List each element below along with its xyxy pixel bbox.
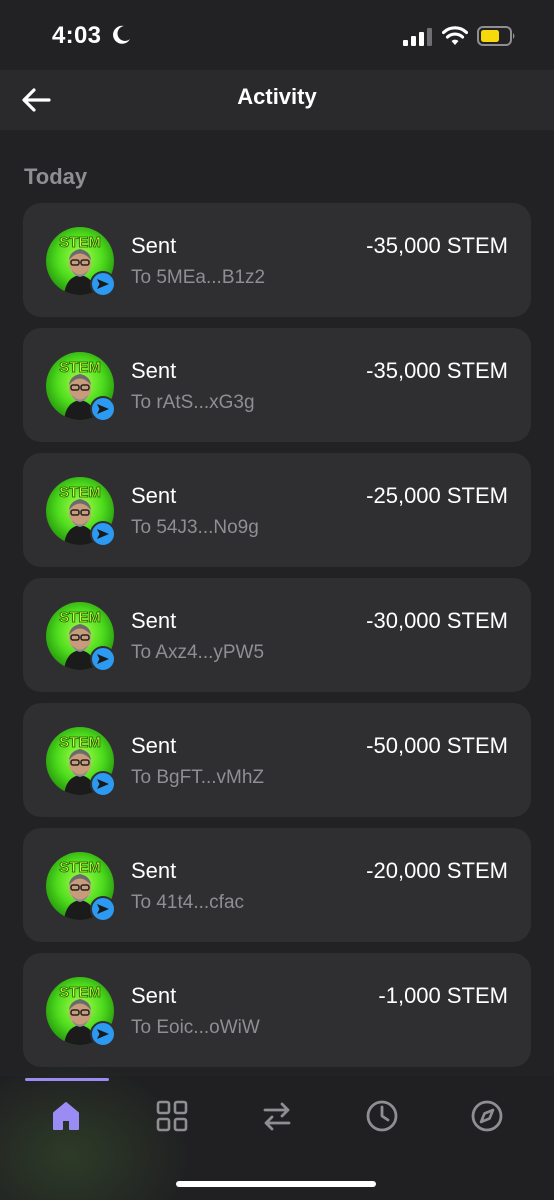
- tab-swap[interactable]: [257, 1096, 297, 1136]
- transaction-type: Sent: [131, 233, 177, 258]
- send-arrow-icon: [97, 529, 109, 539]
- transaction-amount: -25,000 STEM: [366, 483, 508, 508]
- transaction-amount: -20,000 STEM: [366, 858, 508, 883]
- send-arrow-icon: [97, 404, 109, 414]
- status-time: 4:03: [52, 22, 102, 49]
- transaction-type: Sent: [131, 983, 177, 1008]
- send-arrow-icon: [97, 779, 109, 789]
- send-badge: [90, 1021, 116, 1047]
- tab-apps[interactable]: [152, 1096, 192, 1136]
- activity-item[interactable]: STEM Sent To 54J3...No9g -25,000 STEM: [23, 453, 531, 567]
- tab-home[interactable]: [46, 1096, 86, 1136]
- transaction-address: To rAtS...xG3g: [131, 392, 255, 413]
- transaction-amount: -35,000 STEM: [366, 233, 508, 258]
- compass-icon: [471, 1100, 503, 1132]
- token-avatar-label: STEM: [59, 484, 101, 501]
- send-badge: [90, 271, 116, 297]
- home-icon: [53, 1102, 79, 1130]
- transaction-type: Sent: [131, 608, 177, 633]
- token-avatar-label: STEM: [59, 234, 101, 251]
- activity-item[interactable]: STEM Sent To 5MEa...B1z2 -35,000 STEM: [23, 203, 531, 317]
- send-badge: [90, 896, 116, 922]
- status-bar: 4:03: [0, 0, 554, 70]
- tab-explore[interactable]: [467, 1096, 507, 1136]
- token-avatar-label: STEM: [59, 359, 101, 376]
- transaction-amount: -50,000 STEM: [366, 733, 508, 758]
- section-label-today: Today: [24, 164, 88, 189]
- token-avatar-label: STEM: [59, 734, 101, 751]
- active-tab-indicator: [25, 1078, 109, 1081]
- transaction-address: To 54J3...No9g: [131, 517, 259, 538]
- cellular-signal-icon: [403, 28, 432, 46]
- transaction-address: To BgFT...vMhZ: [131, 767, 265, 788]
- send-badge: [90, 646, 116, 672]
- transaction-amount: -35,000 STEM: [366, 358, 508, 383]
- send-arrow-icon: [97, 904, 109, 914]
- token-avatar-label: STEM: [59, 609, 101, 626]
- clock-icon: [366, 1100, 398, 1132]
- transaction-type: Sent: [131, 858, 177, 883]
- moon-icon: [113, 25, 130, 44]
- battery-icon: [477, 26, 515, 46]
- activity-item[interactable]: STEM Sent To BgFT...vMhZ -50,000 STEM: [23, 703, 531, 817]
- send-arrow-icon: [97, 1029, 109, 1039]
- home-indicator: [176, 1181, 376, 1187]
- send-badge: [90, 396, 116, 422]
- transaction-type: Sent: [131, 483, 177, 508]
- tab-history[interactable]: [362, 1096, 402, 1136]
- activity-item[interactable]: STEM Sent To Axz4...yPW5 -30,000 STEM: [23, 578, 531, 692]
- token-avatar-label: STEM: [59, 859, 101, 876]
- transaction-address: To Eoic...oWiW: [131, 1017, 260, 1038]
- transaction-type: Sent: [131, 733, 177, 758]
- transaction-address: To Axz4...yPW5: [131, 642, 265, 663]
- wifi-icon: [442, 26, 468, 45]
- token-avatar-label: STEM: [59, 984, 101, 1001]
- header: Activity: [0, 70, 554, 130]
- transaction-address: To 41t4...cfac: [131, 892, 245, 913]
- transaction-type: Sent: [131, 358, 177, 383]
- activity-item[interactable]: STEM Sent To Eoic...oWiW -1,000 STEM: [23, 953, 531, 1067]
- page-title: Activity: [237, 84, 317, 109]
- send-badge: [90, 771, 116, 797]
- activity-list: STEM Sent To 5MEa...B1z2 -35,000 STEM STEM Se…: [23, 203, 531, 1078]
- send-badge: [90, 521, 116, 547]
- activity-item[interactable]: STEM Sent To 41t4...cfac -20,000 STEM: [23, 828, 531, 942]
- activity-screen: 4:03 Activity Today STEM Sent To 5MEa...…: [0, 0, 554, 1200]
- activity-item[interactable]: STEM Sent To rAtS...xG3g -35,000 STEM: [23, 328, 531, 442]
- send-arrow-icon: [97, 654, 109, 664]
- transaction-amount: -1,000 STEM: [378, 983, 508, 1008]
- transaction-address: To 5MEa...B1z2: [131, 267, 266, 288]
- grid-icon: [156, 1100, 188, 1132]
- swap-arrows-icon: [263, 1102, 291, 1131]
- transaction-amount: -30,000 STEM: [366, 608, 508, 633]
- send-arrow-icon: [97, 279, 109, 289]
